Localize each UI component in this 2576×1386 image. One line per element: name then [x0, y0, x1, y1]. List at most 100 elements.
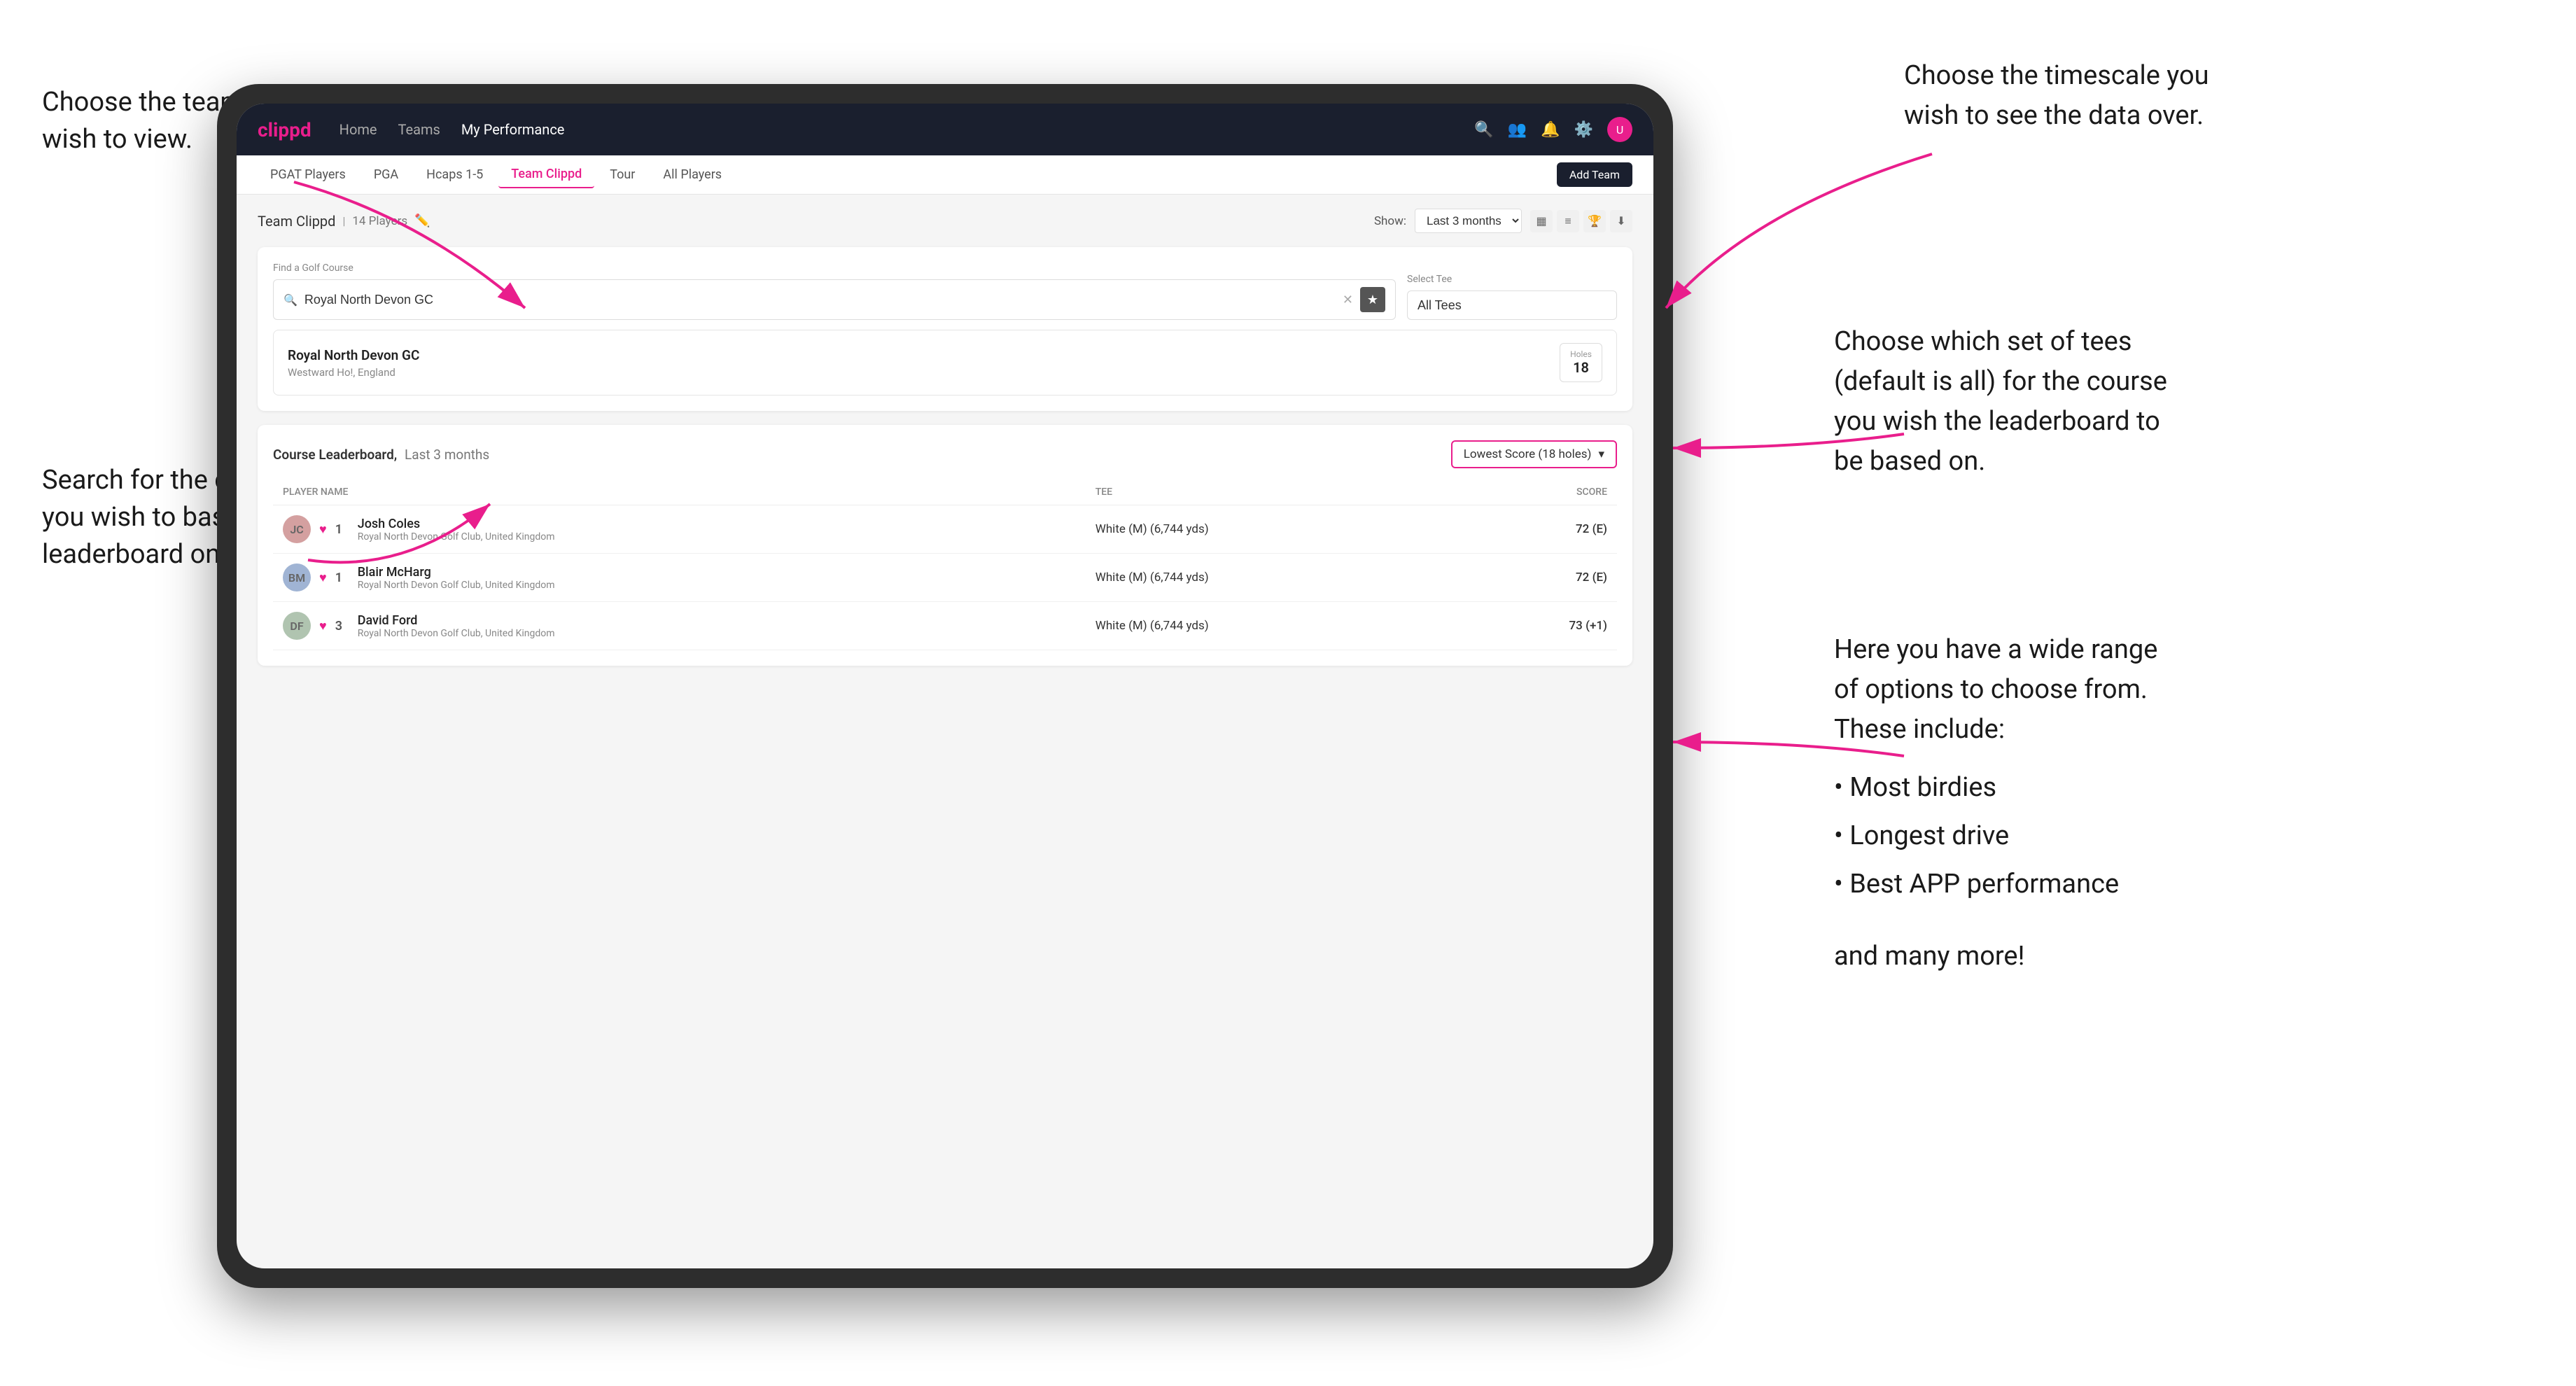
player-cell-1: JC ♥ 1 Josh Coles Royal North Devon Golf… — [273, 505, 1086, 554]
player-score-3: 73 (+1) — [1456, 602, 1617, 650]
annotation-line-6: Choose the timescale you — [1904, 60, 2209, 91]
table-head: PLAYER NAME TEE SCORE — [273, 479, 1617, 505]
heart-icon-3[interactable]: ♥ — [319, 619, 327, 634]
search-icon[interactable]: 🔍 — [1474, 121, 1493, 139]
holes-label: Holes — [1570, 349, 1592, 359]
nav-link-teams[interactable]: Teams — [398, 121, 440, 138]
option-3: Best APP performance — [1834, 860, 2534, 909]
annotation-line-8: Choose which set of tees — [1834, 326, 2132, 357]
options-list: Most birdies Longest drive Best APP perf… — [1834, 764, 2534, 909]
player-count-text: 14 Players — [352, 214, 407, 228]
tee-select[interactable]: All Tees — [1407, 290, 1617, 320]
player-score-2: 72 (E) — [1456, 554, 1617, 602]
app-container: clippd Home Teams My Performance 🔍 👥 🔔 ⚙… — [237, 104, 1653, 1268]
table-body: JC ♥ 1 Josh Coles Royal North Devon Golf… — [273, 505, 1617, 650]
table-row: BM ♥ 1 Blair McHarg Royal North Devon Go… — [273, 554, 1617, 602]
leaderboard-table: PLAYER NAME TEE SCORE JC ♥ — [273, 479, 1617, 650]
option-2: Longest drive — [1834, 812, 2534, 860]
nav-link-myperformance[interactable]: My Performance — [461, 121, 565, 138]
search-field: Find a Golf Course 🔍 ✕ ★ — [273, 262, 1396, 320]
player-cell-3: DF ♥ 3 David Ford Royal North Devon Golf… — [273, 602, 1086, 650]
player-club-3: Royal North Devon Golf Club, United King… — [358, 628, 555, 639]
subnav-pgat[interactable]: PGAT Players — [258, 162, 358, 188]
bell-icon[interactable]: 🔔 — [1541, 121, 1560, 139]
course-result-name: Royal North Devon GC — [288, 347, 419, 363]
rank-2: 1 — [335, 570, 349, 585]
player-cell-inner-3: DF ♥ 3 David Ford Royal North Devon Golf… — [283, 612, 1076, 640]
annotation-line-14: These include: — [1834, 714, 2005, 745]
tee-field: Select Tee All Tees — [1407, 274, 1617, 320]
download-icon[interactable]: ⬇ — [1610, 210, 1632, 232]
subnav-team-clippd[interactable]: Team Clippd — [498, 161, 594, 188]
player-cell-inner-2: BM ♥ 1 Blair McHarg Royal North Devon Go… — [283, 564, 1076, 592]
annotation-line-2: wish to view. — [42, 124, 192, 155]
annotation-line-12: Here you have a wide range — [1834, 634, 2157, 665]
player-info-2: Blair McHarg Royal North Devon Golf Club… — [358, 565, 555, 591]
team-name: Team Clippd — [258, 213, 335, 230]
annotation-top-right: Choose the timescale you wish to see the… — [1904, 56, 2534, 136]
leaderboard-card: Course Leaderboard, Last 3 months Lowest… — [258, 425, 1632, 666]
search-row: Find a Golf Course 🔍 ✕ ★ Select Tee — [273, 262, 1617, 320]
nav-right: 🔍 👥 🔔 ⚙️ U — [1474, 117, 1632, 142]
team-title: Team Clippd | 14 Players ✏️ — [258, 213, 430, 230]
annotation-line-10: you wish the leaderboard to — [1834, 406, 2160, 437]
subnav-pga[interactable]: PGA — [361, 162, 411, 188]
course-result[interactable]: Royal North Devon GC Westward Ho!, Engla… — [273, 330, 1617, 396]
show-control: Show: Last 3 months ▦ ≡ 🏆 ⬇ — [1374, 209, 1632, 233]
search-field-icon: 🔍 — [284, 293, 298, 307]
score-type-button[interactable]: Lowest Score (18 holes) ▾ — [1451, 440, 1617, 468]
player-name-3: David Ford — [358, 613, 555, 628]
edit-icon[interactable]: ✏️ — [414, 214, 430, 228]
main-content: Team Clippd | 14 Players ✏️ Show: Last 3… — [237, 195, 1653, 1268]
users-icon[interactable]: 👥 — [1508, 121, 1527, 139]
sub-nav: PGAT Players PGA Hcaps 1-5 Team Clippd T… — [237, 155, 1653, 195]
player-info-1: Josh Coles Royal North Devon Golf Club, … — [358, 517, 555, 542]
player-tee-2: White (M) (6,744 yds) — [1086, 554, 1456, 602]
col-score: SCORE — [1456, 479, 1617, 505]
find-course-label: Find a Golf Course — [273, 262, 1396, 274]
team-header: Team Clippd | 14 Players ✏️ Show: Last 3… — [258, 209, 1632, 233]
table-header-row: PLAYER NAME TEE SCORE — [273, 479, 1617, 505]
player-club-2: Royal North Devon Golf Club, United King… — [358, 580, 555, 591]
list-icon[interactable]: ≡ — [1557, 210, 1579, 232]
player-count: | — [342, 214, 345, 227]
leaderboard-period: Last 3 months — [405, 447, 489, 463]
subnav-hcaps[interactable]: Hcaps 1-5 — [414, 162, 496, 188]
annotation-middle-right: Choose which set of tees (default is all… — [1834, 322, 2534, 482]
ipad-device: clippd Home Teams My Performance 🔍 👥 🔔 ⚙… — [217, 84, 1673, 1288]
leaderboard-title-text: Course Leaderboard, — [273, 447, 397, 463]
annotation-line-5: leaderboard on. — [42, 539, 227, 570]
heart-icon-2[interactable]: ♥ — [319, 570, 327, 585]
heart-icon-1[interactable]: ♥ — [319, 522, 327, 537]
annotation-line-7: wish to see the data over. — [1904, 100, 2204, 131]
player-info-3: David Ford Royal North Devon Golf Club, … — [358, 613, 555, 639]
favorite-button[interactable]: ★ — [1360, 287, 1385, 312]
settings-icon[interactable]: ⚙️ — [1574, 121, 1593, 139]
player-tee-1: White (M) (6,744 yds) — [1086, 505, 1456, 554]
subnav-all-players[interactable]: All Players — [650, 162, 734, 188]
add-team-button[interactable]: Add Team — [1557, 162, 1632, 187]
nav-link-home[interactable]: Home — [340, 121, 377, 138]
player-tee-3: White (M) (6,744 yds) — [1086, 602, 1456, 650]
score-type-label: Lowest Score (18 holes) — [1464, 447, 1592, 461]
course-search-input[interactable] — [304, 293, 1336, 307]
trophy-icon[interactable]: 🏆 — [1583, 210, 1606, 232]
table-row: DF ♥ 3 David Ford Royal North Devon Golf… — [273, 602, 1617, 650]
course-info: Royal North Devon GC Westward Ho!, Engla… — [288, 347, 419, 379]
option-1: Most birdies — [1834, 764, 2534, 812]
annotation-bottom-right: Here you have a wide range of options to… — [1834, 630, 2534, 976]
col-tee: TEE — [1086, 479, 1456, 505]
course-result-location: Westward Ho!, England — [288, 366, 419, 379]
avatar[interactable]: U — [1607, 117, 1632, 142]
leaderboard-header: Course Leaderboard, Last 3 months Lowest… — [273, 440, 1617, 468]
col-player-name: PLAYER NAME — [273, 479, 1086, 505]
chevron-down-icon: ▾ — [1598, 447, 1604, 461]
player-avatar-3: DF — [283, 612, 311, 640]
annotation-line-13: of options to choose from. — [1834, 674, 2148, 705]
grid-icon[interactable]: ▦ — [1530, 210, 1553, 232]
holes-value: 18 — [1570, 359, 1592, 376]
subnav-tour[interactable]: Tour — [597, 162, 648, 188]
search-input-wrap: 🔍 ✕ ★ — [273, 279, 1396, 320]
clear-search-button[interactable]: ✕ — [1343, 293, 1353, 307]
show-dropdown[interactable]: Last 3 months — [1415, 209, 1522, 233]
